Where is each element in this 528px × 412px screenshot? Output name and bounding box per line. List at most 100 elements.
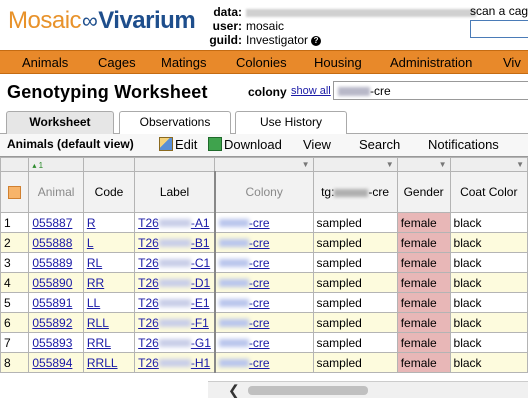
nav-item-housing[interactable]: Housing: [314, 55, 362, 70]
label-link[interactable]: T26 -D1: [138, 276, 210, 290]
gender-cell[interactable]: female: [396, 212, 451, 233]
colony-link[interactable]: -cre: [218, 356, 270, 370]
filter-cell-animal[interactable]: ▴ 1: [28, 157, 84, 172]
tg-cell[interactable]: sampled: [312, 312, 398, 333]
coat-color-cell[interactable]: black: [449, 252, 528, 273]
view-menu[interactable]: View: [303, 137, 331, 152]
chevron-down-icon[interactable]: ▼: [386, 160, 394, 169]
animal-link[interactable]: 055891: [32, 296, 72, 310]
colony-select[interactable]: -cre: [333, 81, 528, 100]
column-header-colony[interactable]: Colony: [214, 171, 314, 213]
gender-cell[interactable]: female: [396, 292, 451, 313]
colony-link[interactable]: -cre: [218, 216, 270, 230]
code-link[interactable]: LL: [87, 296, 100, 310]
tab-use-history[interactable]: Use History: [235, 111, 347, 134]
gender-cell[interactable]: female: [396, 312, 451, 333]
tg-cell[interactable]: sampled: [312, 252, 398, 273]
table-row[interactable]: 4 055890 RR T26 -D1 -cre sampled female black: [0, 272, 528, 293]
column-header-animal[interactable]: Animal: [28, 171, 84, 213]
notifications-menu[interactable]: Notifications: [428, 137, 499, 152]
colony-link[interactable]: -cre: [218, 256, 270, 270]
label-link[interactable]: T26 -A1: [138, 216, 209, 230]
label-link[interactable]: T26 -G1: [138, 336, 211, 350]
gender-cell[interactable]: female: [396, 252, 451, 273]
nav-item-colonies[interactable]: Colonies: [236, 55, 287, 70]
label-link[interactable]: T26 -C1: [138, 256, 210, 270]
filter-cell-gender[interactable]: ▼: [396, 157, 451, 172]
code-link[interactable]: RL: [87, 256, 102, 270]
label-link[interactable]: T26 -B1: [138, 236, 209, 250]
coat-color-cell[interactable]: black: [449, 352, 528, 373]
code-link[interactable]: RLL: [87, 316, 109, 330]
table-row[interactable]: 2 055888 L T26 -B1 -cre sampled female black: [0, 232, 528, 253]
coat-color-cell[interactable]: black: [449, 232, 528, 253]
coat-color-cell[interactable]: black: [449, 292, 528, 313]
gender-cell[interactable]: female: [396, 272, 451, 293]
filter-cell-coat-color[interactable]: ▼: [449, 157, 528, 172]
gender-cell[interactable]: female: [396, 352, 451, 373]
table-row[interactable]: 3 055889 RL T26 -C1 -cre sampled female black: [0, 252, 528, 273]
mosaic-vivarium-logo[interactable]: Mosaic∞Vivarium: [8, 7, 196, 35]
table-row[interactable]: 6 055892 RLL T26 -F1 -cre sampled female black: [0, 312, 528, 333]
animal-link[interactable]: 055894: [32, 356, 72, 370]
tg-cell[interactable]: sampled: [312, 292, 398, 313]
select-all-header[interactable]: [0, 171, 30, 213]
tg-cell[interactable]: sampled: [312, 272, 398, 293]
nav-item-vivarium[interactable]: Viv: [503, 55, 521, 70]
column-header-coat-color[interactable]: Coat Color: [449, 171, 528, 213]
search-menu[interactable]: Search: [359, 137, 400, 152]
tab-observations[interactable]: Observations: [119, 111, 231, 134]
table-row[interactable]: 5 055891 LL T26 -E1 -cre sampled female black: [0, 292, 528, 313]
chevron-down-icon[interactable]: ▼: [516, 160, 524, 169]
tg-cell[interactable]: sampled: [312, 352, 398, 373]
code-link[interactable]: L: [87, 236, 94, 250]
coat-color-cell[interactable]: black: [449, 212, 528, 233]
code-link[interactable]: RR: [87, 276, 104, 290]
nav-item-cages[interactable]: Cages: [98, 55, 136, 70]
tab-worksheet[interactable]: Worksheet: [6, 111, 114, 135]
animal-link[interactable]: 055888: [32, 236, 72, 250]
colony-link[interactable]: -cre: [218, 236, 270, 250]
column-header-code[interactable]: Code: [82, 171, 136, 213]
scrollbar-thumb[interactable]: [248, 386, 368, 395]
tg-cell[interactable]: sampled: [312, 332, 398, 353]
gender-cell[interactable]: female: [396, 232, 451, 253]
colony-link[interactable]: -cre: [218, 296, 270, 310]
animal-link[interactable]: 055893: [32, 336, 72, 350]
coat-color-cell[interactable]: black: [449, 312, 528, 333]
table-row[interactable]: 1 055887 R T26 -A1 -cre sampled female black: [0, 212, 528, 233]
chevron-down-icon[interactable]: ▼: [302, 160, 310, 169]
animal-link[interactable]: 055889: [32, 256, 72, 270]
horizontal-scrollbar[interactable]: ❮: [208, 381, 528, 398]
chevron-down-icon[interactable]: ▼: [439, 160, 447, 169]
colony-link[interactable]: -cre: [218, 276, 270, 290]
scan-cage-input[interactable]: [470, 20, 528, 38]
download-button[interactable]: Download: [208, 137, 282, 152]
filter-cell-colony[interactable]: ▼: [214, 157, 314, 172]
label-link[interactable]: T26 -F1: [138, 316, 209, 330]
animal-link[interactable]: 055887: [32, 216, 72, 230]
nav-item-administration[interactable]: Administration: [390, 55, 472, 70]
label-link[interactable]: T26 -H1: [138, 356, 210, 370]
column-header-tg[interactable]: tg: -cre: [312, 171, 398, 213]
filter-cell-tg[interactable]: ▼: [312, 157, 398, 172]
show-all-link[interactable]: show all: [291, 85, 331, 97]
coat-color-cell[interactable]: black: [449, 332, 528, 353]
coat-color-cell[interactable]: black: [449, 272, 528, 293]
column-header-label[interactable]: Label: [134, 171, 216, 213]
code-link[interactable]: RRL: [87, 336, 111, 350]
table-row[interactable]: 7 055893 RRL T26 -G1 -cre sampled female black: [0, 332, 528, 353]
scroll-left-icon[interactable]: ❮: [228, 382, 240, 399]
label-link[interactable]: T26 -E1: [138, 296, 209, 310]
tg-cell[interactable]: sampled: [312, 212, 398, 233]
column-header-gender[interactable]: Gender: [396, 171, 451, 213]
edit-button[interactable]: Edit: [159, 137, 197, 152]
animal-link[interactable]: 055892: [32, 316, 72, 330]
nav-item-animals[interactable]: Animals: [22, 55, 68, 70]
help-icon[interactable]: ?: [311, 35, 322, 46]
colony-link[interactable]: -cre: [218, 316, 270, 330]
gender-cell[interactable]: female: [396, 332, 451, 353]
table-row[interactable]: 8 055894 RRLL T26 -H1 -cre sampled female black: [0, 352, 528, 373]
code-link[interactable]: R: [87, 216, 96, 230]
filter-cell-label[interactable]: [134, 157, 216, 172]
